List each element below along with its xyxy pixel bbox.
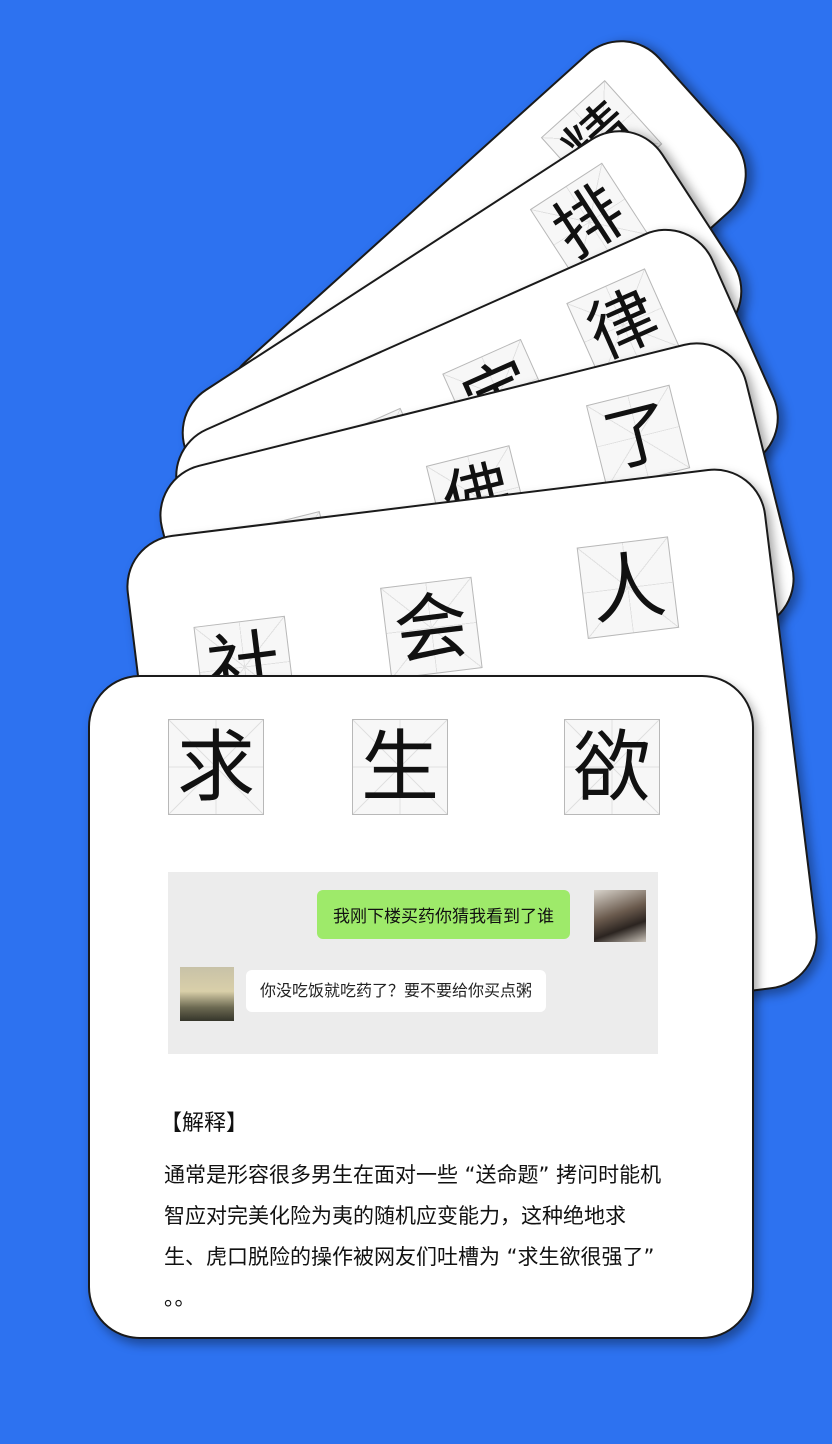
page: { "cards": [ {"id": "c1", "chars": ["精",… [0, 0, 832, 1444]
char-box: 欲 [564, 719, 660, 815]
avatar [594, 890, 646, 942]
chat-bubble-sent: 我刚下楼买药你猜我看到了谁 [317, 890, 570, 939]
char-box: 生 [352, 719, 448, 815]
chat-bubble-received: 你没吃饭就吃药了？要不要给你买点粥 [246, 970, 546, 1012]
card-qiushengyu: 求 生 欲 我刚下楼买药你猜我看到了谁 你没吃饭就吃药了？要不要给你买点粥 【解… [88, 675, 754, 1339]
char-box: 人 [576, 536, 680, 639]
char-box: 会 [380, 576, 483, 680]
section-heading: 【解释】 [160, 1111, 249, 1136]
chat-screenshot: 我刚下楼买药你猜我看到了谁 你没吃饭就吃药了？要不要给你买点粥 [168, 872, 658, 1054]
char-box: 求 [168, 719, 264, 815]
avatar [180, 967, 234, 1021]
explanation-text: 通常是形容很多男生在面对一些 “送命题” 拷问时能机智应对完美化险为夷的随机应变… [164, 1163, 662, 1310]
